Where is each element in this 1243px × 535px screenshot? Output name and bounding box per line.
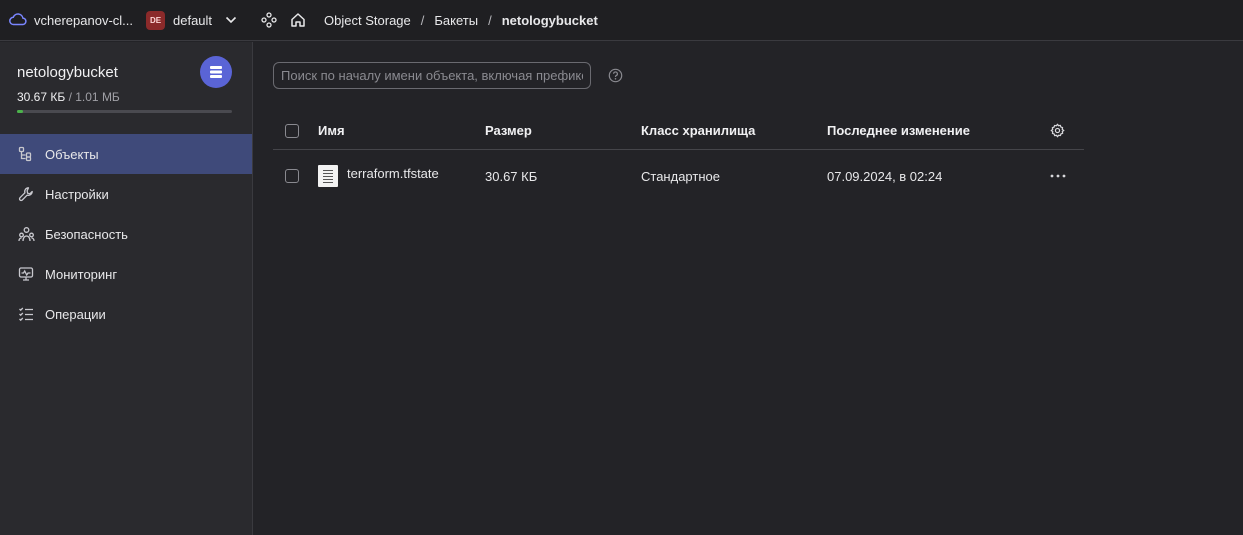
cloud-selector[interactable]: vcherepanov-cl... [9, 12, 133, 29]
breadcrumb-current: netologybucket [501, 12, 598, 28]
folder-name[interactable]: default [173, 13, 212, 28]
top-bar: vcherepanov-cl... DE default Object Stor… [0, 0, 1243, 41]
sidebar-item-settings[interactable]: Настройки [0, 174, 252, 214]
sidebar-item-label: Операции [45, 306, 106, 322]
objects-icon [17, 145, 35, 163]
home-icon[interactable] [290, 12, 306, 28]
main-content: Имя Размер Класс хранилища Последнее изм… [253, 42, 1243, 535]
services-icon[interactable] [261, 12, 277, 28]
search-input[interactable] [273, 62, 591, 89]
usage-bar [17, 110, 232, 113]
sidebar: netologybucket 30.67 КБ / 1.01 МБ Объект… [0, 42, 253, 535]
bucket-usage: 30.67 КБ / 1.01 МБ [17, 90, 120, 104]
sidebar-item-label: Мониторинг [45, 266, 118, 282]
object-name[interactable]: terraform.tfstate [347, 166, 439, 181]
usage-used: 30.67 КБ [17, 90, 66, 104]
table-row[interactable]: terraform.tfstate 30.67 КБ Стандартное 0… [273, 150, 1084, 202]
folder-avatar[interactable]: DE [146, 10, 165, 30]
sidebar-item-label: Настройки [45, 186, 109, 202]
monitor-icon [17, 265, 35, 283]
column-header-modified[interactable]: Последнее изменение [827, 112, 970, 149]
usage-total: 1.01 МБ [75, 90, 120, 104]
breadcrumb-buckets[interactable]: Бакеты [434, 13, 478, 28]
row-select-cell [285, 150, 299, 202]
sidebar-item-security[interactable]: Безопасность [0, 214, 252, 254]
object-storage-class: Стандартное [641, 168, 720, 184]
column-header-name[interactable]: Имя [318, 112, 345, 149]
row-checkbox[interactable] [285, 169, 299, 183]
usage-bar-fill [17, 110, 24, 113]
object-modified: 07.09.2024, в 02:24 [827, 168, 943, 184]
breadcrumb-separator: / [420, 12, 425, 28]
sidebar-item-operations[interactable]: Операции [0, 294, 252, 334]
select-all-cell [285, 112, 299, 149]
bucket-name: netologybucket [17, 64, 118, 81]
sidebar-item-label: Объекты [45, 146, 99, 162]
chevron-down-icon[interactable] [225, 16, 237, 24]
object-name-cell[interactable]: terraform.tfstate [318, 150, 439, 202]
cloud-name: vcherepanov-cl... [34, 12, 133, 28]
objects-table: Имя Размер Класс хранилища Последнее изм… [273, 112, 1084, 202]
object-size: 30.67 КБ [485, 168, 538, 184]
wrench-icon [17, 185, 35, 203]
sidebar-item-label: Безопасность [45, 226, 128, 242]
people-icon [17, 225, 35, 243]
list-icon [17, 305, 35, 323]
gear-icon[interactable] [1050, 112, 1065, 149]
file-icon [318, 165, 338, 187]
select-all-checkbox[interactable] [285, 123, 299, 138]
sidebar-item-objects[interactable]: Объекты [0, 134, 252, 174]
sidebar-nav: Объекты Настройки Безопасность Мониторин… [0, 134, 252, 334]
column-header-size[interactable]: Размер [485, 112, 532, 149]
table-header: Имя Размер Класс хранилища Последнее изм… [273, 112, 1084, 150]
cloud-icon [9, 12, 27, 29]
more-actions-icon[interactable] [1050, 150, 1066, 202]
sidebar-item-monitoring[interactable]: Мониторинг [0, 254, 252, 294]
column-header-storage-class[interactable]: Класс хранилища [641, 112, 755, 149]
breadcrumb-object-storage[interactable]: Object Storage [324, 13, 411, 28]
usage-separator: / [65, 90, 76, 104]
bucket-icon [200, 56, 232, 88]
breadcrumb-separator: / [488, 12, 492, 28]
help-icon[interactable] [608, 68, 623, 86]
